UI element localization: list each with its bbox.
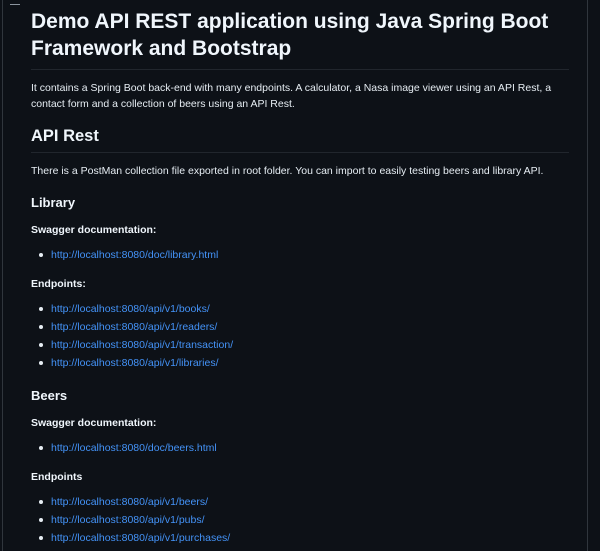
list-item: http://localhost:8080/api/v1/beers/ (39, 493, 569, 511)
library-swagger-heading: Swagger documentation: (31, 224, 157, 236)
endpoint-link-transaction[interactable]: http://localhost:8080/api/v1/transaction… (51, 339, 233, 351)
list-item: http://localhost:8080/doc/beers.html (39, 439, 569, 457)
list-icon[interactable] (10, 0, 20, 5)
list-item: http://localhost:8080/api/v1/transaction… (39, 336, 569, 354)
endpoint-link-purchases[interactable]: http://localhost:8080/api/v1/purchases/ (51, 532, 230, 544)
bullet-icon (39, 500, 43, 504)
list-item: http://localhost:8080/doc/library.html (39, 246, 569, 264)
api-rest-text: There is a PostMan collection file expor… (31, 165, 544, 177)
bullet-icon (39, 325, 43, 329)
list-item: http://localhost:8080/api/v1/purchases/ (39, 529, 569, 547)
bullet-icon (39, 361, 43, 365)
bullet-icon (39, 446, 43, 450)
readme-viewer: Demo API REST application using Java Spr… (0, 0, 600, 551)
list-item: http://localhost:8080/api/v1/libraries/ (39, 354, 569, 372)
beers-endpoints-heading: Endpoints (31, 471, 83, 483)
endpoint-link-libraries[interactable]: http://localhost:8080/api/v1/libraries/ (51, 357, 219, 369)
beers-swagger-list: http://localhost:8080/doc/beers.html (31, 439, 569, 457)
readme-content: Demo API REST application using Java Spr… (31, 0, 569, 547)
beers-swagger-link[interactable]: http://localhost:8080/doc/beers.html (51, 442, 217, 454)
library-endpoints-list: http://localhost:8080/api/v1/books/ http… (31, 300, 569, 372)
bullet-icon (39, 518, 43, 522)
section-heading-beers: Beers (31, 388, 68, 403)
bullet-icon (39, 307, 43, 311)
list-item: http://localhost:8080/api/v1/readers/ (39, 318, 569, 336)
library-endpoints-heading: Endpoints: (31, 278, 86, 290)
library-swagger-list: http://localhost:8080/doc/library.html (31, 246, 569, 264)
beers-swagger-heading: Swagger documentation: (31, 417, 157, 429)
endpoint-link-beers[interactable]: http://localhost:8080/api/v1/beers/ (51, 496, 208, 508)
page-title: Demo API REST application using Java Spr… (31, 8, 569, 70)
beers-endpoints-list: http://localhost:8080/api/v1/beers/ http… (31, 493, 569, 547)
list-item: http://localhost:8080/api/v1/books/ (39, 300, 569, 318)
endpoint-link-readers[interactable]: http://localhost:8080/api/v1/readers/ (51, 321, 217, 333)
list-item: http://localhost:8080/api/v1/pubs/ (39, 511, 569, 529)
section-heading-api-rest: API Rest (31, 127, 569, 153)
section-heading-library: Library (31, 195, 76, 210)
library-swagger-link[interactable]: http://localhost:8080/doc/library.html (51, 249, 218, 261)
bullet-icon (39, 536, 43, 540)
endpoint-link-books[interactable]: http://localhost:8080/api/v1/books/ (51, 303, 210, 315)
endpoint-link-pubs[interactable]: http://localhost:8080/api/v1/pubs/ (51, 514, 205, 526)
bullet-icon (39, 253, 43, 257)
bullet-icon (39, 343, 43, 347)
intro-text: It contains a Spring Boot back-end with … (31, 82, 552, 110)
